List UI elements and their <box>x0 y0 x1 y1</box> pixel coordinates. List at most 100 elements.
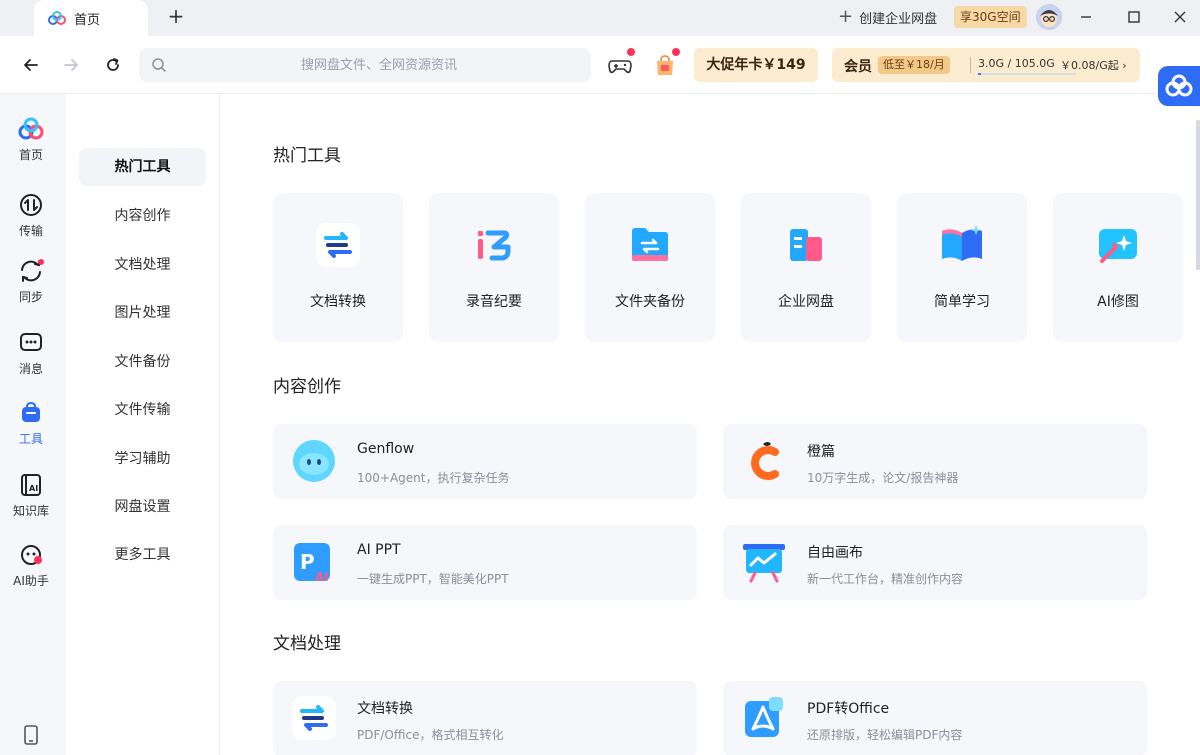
tool-card-title: AI PPT <box>357 542 401 558</box>
tool-card-canvas[interactable]: 自由画布 新一代工作台，精准创作内容 <box>723 525 1147 600</box>
message-icon <box>20 333 42 351</box>
rail-item-label: 工具 <box>18 432 43 446</box>
category-content-creation[interactable]: 内容创作 <box>79 197 206 235</box>
title-bar: 首页 + + 创建企业网盘 享30G空间 <box>0 0 1200 36</box>
knowledge-icon: AI <box>21 474 41 496</box>
rail-item-knowledge[interactable]: AI 知识库 <box>0 472 62 532</box>
rail-item-ai-assistant[interactable]: AI助手 <box>0 542 62 602</box>
rail-item-label: 同步 <box>18 290 43 304</box>
member-label: 会员 <box>844 59 872 75</box>
tool-card-genflow[interactable]: Genflow 100+Agent，执行复杂任务 <box>273 424 697 499</box>
svg-text:AI: AI <box>29 484 38 493</box>
enterprise-disk-icon <box>790 229 822 261</box>
hot-tool-record-notes[interactable]: 录音纪要 <box>429 193 559 342</box>
storage-rate: ￥0.08/G起 › <box>1060 59 1127 72</box>
category-disk-settings[interactable]: 网盘设置 <box>79 488 206 526</box>
ai-assistant-icon <box>21 545 42 565</box>
svg-text:P: P <box>300 550 315 574</box>
folder-backup-icon <box>632 228 668 261</box>
tool-card-ai-ppt[interactable]: P AI AI PPT 一键生成PPT，智能美化PPT <box>273 525 697 600</box>
search-input[interactable] <box>179 48 579 82</box>
tools-icon <box>22 401 40 422</box>
annual-promo-button[interactable]: 大促年卡￥149 <box>694 48 818 82</box>
tool-card-desc: PDF/Office，格式相互转化 <box>357 728 504 742</box>
canvas-icon <box>743 544 785 583</box>
gift-bag-icon[interactable] <box>652 48 680 78</box>
section-title-doc-processing: 文档处理 <box>273 634 341 654</box>
category-hot-tools[interactable]: 热门工具 <box>79 148 206 186</box>
hot-tool-enterprise-disk[interactable]: 企业网盘 <box>741 193 871 342</box>
genflow-icon <box>293 440 335 482</box>
back-icon[interactable] <box>18 52 44 78</box>
category-file-transfer[interactable]: 文件传输 <box>79 391 206 429</box>
transfer-icon <box>20 194 42 216</box>
chengpian-icon <box>751 442 779 480</box>
pdf-to-office-icon <box>745 697 783 737</box>
ai-photo-icon <box>1099 229 1137 263</box>
minimize-icon[interactable] <box>1074 6 1098 28</box>
search-icon <box>152 58 166 72</box>
hot-tool-label: 文档转换 <box>310 294 366 310</box>
maximize-icon[interactable] <box>1122 6 1146 28</box>
record-notes-icon <box>478 230 511 261</box>
study-book-icon <box>942 225 982 261</box>
close-icon[interactable] <box>1168 6 1192 28</box>
avatar-face-icon <box>1036 4 1062 30</box>
divider <box>970 57 971 73</box>
hot-tool-study[interactable]: 简单学习 <box>897 193 1027 342</box>
notification-dot <box>672 48 680 56</box>
tool-card-desc: 新一代工作台，精准创作内容 <box>807 572 964 586</box>
main-content: 热门工具 文档转换 录音纪要 文件夹备份 企业网盘 简单学习 AI修图 内容创作… <box>221 94 1200 755</box>
rail-item-label: AI助手 <box>13 574 49 588</box>
tab-home[interactable]: 首页 <box>34 0 148 36</box>
rail-item-transfer[interactable]: 传输 <box>0 192 62 252</box>
rail-item-label: 传输 <box>18 224 43 238</box>
rail-item-label: 首页 <box>18 148 43 162</box>
left-rail: 首页 传输 同步 消息 工具 AI 知识库 AI助手 <box>0 94 66 755</box>
tool-card-chengpian[interactable]: 橙篇 10万字生成，论文/报告神器 <box>723 424 1147 499</box>
ai-ppt-icon: P AI <box>294 543 330 584</box>
refresh-icon[interactable] <box>100 52 126 78</box>
hot-tool-label: 文件夹备份 <box>615 294 685 310</box>
forward-icon[interactable] <box>58 52 84 78</box>
category-more-tools[interactable]: 更多工具 <box>79 536 206 574</box>
tool-card-title: 文档转换 <box>357 701 413 717</box>
category-study-aid[interactable]: 学习辅助 <box>79 440 206 478</box>
game-icon[interactable] <box>607 48 635 78</box>
sync-icon <box>21 259 44 282</box>
hot-tool-folder-backup[interactable]: 文件夹备份 <box>585 193 715 342</box>
notification-dot <box>627 48 635 56</box>
toolbar: 大促年卡￥149 会员 低至￥18/月 3.0G / 105.0G ￥0.08/… <box>0 36 1200 106</box>
rail-item-home[interactable]: 首页 <box>0 116 62 176</box>
section-title-content-creation: 内容创作 <box>273 377 341 397</box>
rail-item-sync[interactable]: 同步 <box>0 258 62 318</box>
scrollbar-thumb[interactable] <box>1196 120 1200 270</box>
tool-card-title: 橙篇 <box>807 444 835 460</box>
member-price-badge: 低至￥18/月 <box>878 56 950 74</box>
category-image-processing[interactable]: 图片处理 <box>79 294 206 332</box>
phone-icon[interactable] <box>21 724 41 746</box>
tab-label: 首页 <box>74 12 101 28</box>
create-enterprise-button[interactable]: + 创建企业网盘 <box>838 6 937 28</box>
tool-card-doc-convert[interactable]: 文档转换 PDF/Office，格式相互转化 <box>273 681 697 755</box>
tool-card-pdf-to-office[interactable]: PDF转Office 还原排版，轻松编辑PDF内容 <box>723 681 1147 755</box>
rail-item-message[interactable]: 消息 <box>0 330 62 390</box>
avatar[interactable] <box>1036 4 1062 30</box>
rail-item-tools[interactable]: 工具 <box>0 400 62 460</box>
add-tab-button[interactable]: + <box>166 6 186 26</box>
storage-progress-bar <box>978 73 1076 75</box>
doc-convert-icon <box>292 696 336 740</box>
member-panel[interactable]: 会员 低至￥18/月 3.0G / 105.0G ￥0.08/G起 › <box>832 48 1140 82</box>
baidu-cloud-logo-icon <box>48 11 66 25</box>
hot-tool-doc-convert[interactable]: 文档转换 <box>273 193 403 342</box>
category-list: 热门工具 内容创作 文档处理 图片处理 文件备份 文件传输 学习辅助 网盘设置 … <box>66 94 220 755</box>
category-file-backup[interactable]: 文件备份 <box>79 343 206 381</box>
category-doc-processing[interactable]: 文档处理 <box>79 246 206 284</box>
space-badge[interactable]: 享30G空间 <box>954 6 1027 28</box>
hot-tool-ai-photo[interactable]: AI修图 <box>1053 193 1183 342</box>
plus-icon: + <box>838 6 854 27</box>
search-box <box>139 48 591 82</box>
tool-card-desc: 还原排版，轻松编辑PDF内容 <box>807 728 963 742</box>
hot-tool-label: AI修图 <box>1097 294 1139 310</box>
rail-item-label: 消息 <box>18 362 43 376</box>
